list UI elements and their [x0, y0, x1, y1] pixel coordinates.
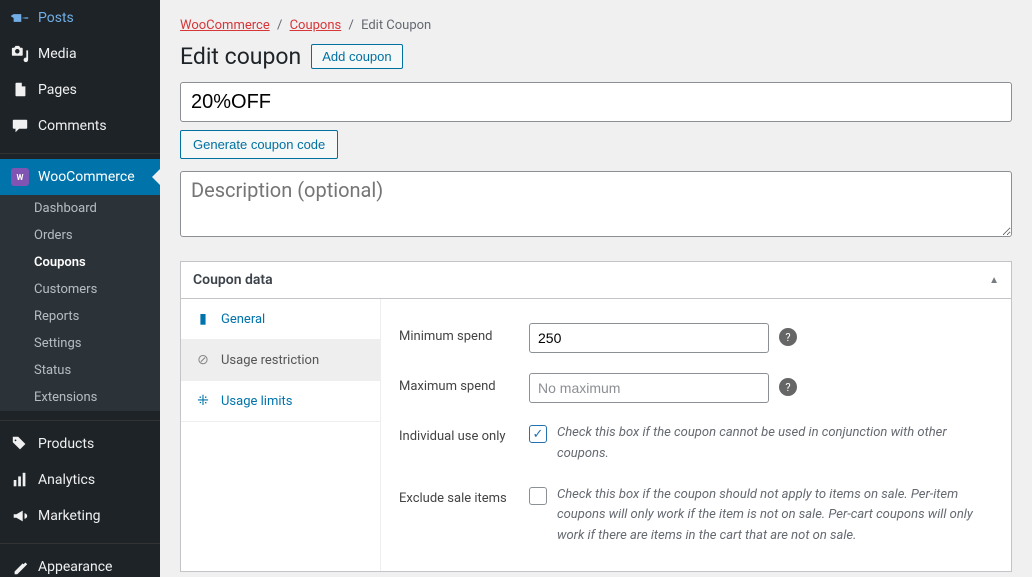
max-spend-label: Maximum spend	[399, 373, 529, 394]
ticket-icon: ▮	[195, 311, 211, 327]
breadcrumb-current: Edit Coupon	[361, 18, 431, 33]
menu-label: Comments	[38, 118, 107, 134]
menu-media[interactable]: Media	[0, 36, 160, 72]
panel-tabs: ▮ General ⊘ Usage restriction ⁜ Usage li…	[181, 299, 381, 571]
exclude-sale-checkbox[interactable]	[529, 487, 547, 505]
coupon-code-input[interactable]	[180, 82, 1012, 122]
menu-separator	[0, 149, 160, 154]
tab-label: Usage limits	[221, 394, 292, 409]
comment-icon	[10, 116, 30, 136]
coupon-data-box: Coupon data ▲ ▮ General ⊘ Usage restrict…	[180, 261, 1012, 572]
menu-label: Marketing	[38, 508, 101, 524]
row-individual-use: Individual use only ✓ Check this box if …	[399, 413, 993, 475]
breadcrumb-woocommerce[interactable]: WooCommerce	[180, 18, 270, 33]
admin-sidebar: Posts Media Pages Comments W WooCommerce…	[0, 0, 160, 577]
tab-usage-restriction[interactable]: ⊘ Usage restriction	[181, 340, 380, 381]
menu-pages[interactable]: Pages	[0, 72, 160, 108]
generate-code-button[interactable]: Generate coupon code	[180, 130, 338, 159]
limits-icon: ⁜	[195, 393, 211, 409]
analytics-icon	[10, 470, 30, 490]
max-spend-input[interactable]	[529, 373, 769, 403]
submenu-settings[interactable]: Settings	[0, 330, 160, 357]
menu-label: Media	[38, 46, 77, 62]
tab-label: Usage restriction	[221, 353, 319, 368]
woocommerce-icon: W	[10, 167, 30, 187]
marketing-icon	[10, 506, 30, 526]
add-coupon-button[interactable]: Add coupon	[311, 44, 402, 69]
tab-general[interactable]: ▮ General	[181, 299, 380, 340]
coupon-code-wrap	[180, 82, 1012, 122]
individual-use-label: Individual use only	[399, 423, 529, 444]
min-spend-label: Minimum spend	[399, 323, 529, 344]
submenu-customers[interactable]: Customers	[0, 276, 160, 303]
menu-marketing[interactable]: Marketing	[0, 498, 160, 534]
breadcrumb-sep: /	[348, 18, 353, 33]
min-spend-input[interactable]	[529, 323, 769, 353]
postbox-header: Coupon data ▲	[181, 262, 1011, 299]
help-icon[interactable]: ?	[779, 378, 797, 396]
row-min-spend: Minimum spend ?	[399, 313, 993, 363]
page-title: Edit coupon	[180, 43, 301, 70]
menu-products[interactable]: Products	[0, 426, 160, 462]
individual-use-desc: Check this box if the coupon cannot be u…	[557, 423, 993, 465]
description-input[interactable]	[180, 171, 1012, 237]
submenu-coupons[interactable]: Coupons	[0, 249, 160, 276]
woocommerce-submenu: Dashboard Orders Coupons Customers Repor…	[0, 195, 160, 411]
tab-usage-limits[interactable]: ⁜ Usage limits	[181, 381, 380, 422]
heading-row: Edit coupon Add coupon	[160, 41, 1032, 82]
exclude-sale-desc: Check this box if the coupon should not …	[557, 485, 993, 547]
menu-label: Posts	[38, 10, 74, 26]
menu-analytics[interactable]: Analytics	[0, 462, 160, 498]
menu-appearance[interactable]: Appearance	[0, 549, 160, 577]
menu-comments[interactable]: Comments	[0, 108, 160, 144]
row-exclude-sale: Exclude sale items Check this box if the…	[399, 475, 993, 557]
individual-use-checkbox[interactable]: ✓	[529, 425, 547, 443]
appearance-icon	[10, 557, 30, 577]
collapse-toggle[interactable]: ▲	[989, 275, 999, 286]
menu-label: WooCommerce	[38, 169, 135, 185]
menu-posts[interactable]: Posts	[0, 0, 160, 36]
panel-content: Minimum spend ? Maximum spend ? Individu…	[381, 299, 1011, 571]
page-icon	[10, 80, 30, 100]
panel-wrap: ▮ General ⊘ Usage restriction ⁜ Usage li…	[181, 299, 1011, 571]
submenu-extensions[interactable]: Extensions	[0, 384, 160, 411]
exclude-sale-label: Exclude sale items	[399, 485, 529, 506]
media-icon	[10, 44, 30, 64]
breadcrumb: WooCommerce / Coupons / Edit Coupon	[160, 0, 1032, 41]
menu-label: Pages	[38, 82, 77, 98]
menu-label: Appearance	[38, 559, 112, 575]
submenu-reports[interactable]: Reports	[0, 303, 160, 330]
submenu-orders[interactable]: Orders	[0, 222, 160, 249]
help-icon[interactable]: ?	[779, 328, 797, 346]
menu-separator	[0, 539, 160, 544]
main-content: WooCommerce / Coupons / Edit Coupon Edit…	[160, 0, 1032, 577]
row-max-spend: Maximum spend ?	[399, 363, 993, 413]
submenu-status[interactable]: Status	[0, 357, 160, 384]
menu-label: Products	[38, 436, 94, 452]
menu-separator	[0, 416, 160, 421]
menu-woocommerce[interactable]: W WooCommerce	[0, 159, 160, 195]
breadcrumb-sep: /	[277, 18, 282, 33]
submenu-dashboard[interactable]: Dashboard	[0, 195, 160, 222]
no-entry-icon: ⊘	[195, 352, 211, 368]
products-icon	[10, 434, 30, 454]
breadcrumb-coupons[interactable]: Coupons	[290, 18, 342, 33]
pushpin-icon	[10, 8, 30, 28]
menu-label: Analytics	[38, 472, 95, 488]
postbox-title: Coupon data	[193, 272, 273, 288]
tab-label: General	[221, 312, 265, 327]
